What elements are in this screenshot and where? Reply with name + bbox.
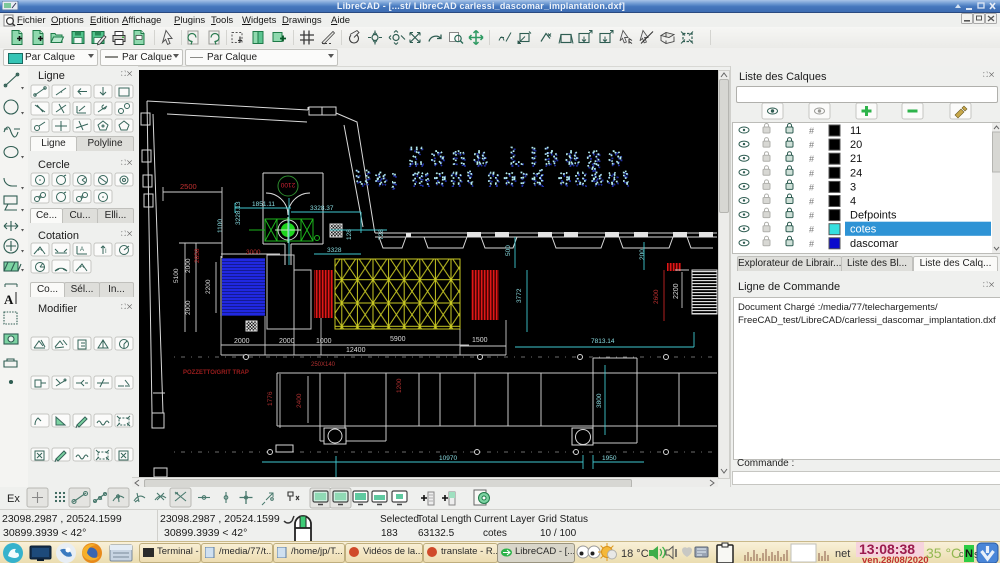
svg-text:dascomar: dascomar bbox=[850, 238, 899, 250]
svg-text:2200: 2200 bbox=[205, 279, 212, 294]
svg-text:3800: 3800 bbox=[596, 393, 603, 408]
svg-text:3772: 3772 bbox=[516, 288, 523, 303]
svg-text:11: 11 bbox=[850, 125, 861, 137]
svg-text:2000: 2000 bbox=[185, 258, 192, 273]
svg-text:2500: 2500 bbox=[180, 182, 197, 191]
svg-text:#: # bbox=[809, 168, 814, 178]
svg-text:Ex: Ex bbox=[7, 493, 20, 505]
svg-text:#: # bbox=[809, 239, 814, 249]
svg-text:10970: 10970 bbox=[439, 455, 457, 462]
svg-text:24: 24 bbox=[850, 167, 862, 179]
svg-text:500: 500 bbox=[505, 245, 512, 256]
svg-text:2400: 2400 bbox=[296, 393, 303, 408]
svg-text:21: 21 bbox=[850, 153, 862, 165]
svg-text:1851.11: 1851.11 bbox=[252, 201, 275, 208]
svg-text:128: 128 bbox=[346, 229, 353, 240]
svg-text:3328: 3328 bbox=[327, 247, 342, 254]
svg-text:#: # bbox=[809, 225, 814, 235]
svg-text:20: 20 bbox=[850, 139, 862, 151]
svg-text:#: # bbox=[809, 126, 814, 136]
svg-text:728: 728 bbox=[378, 229, 385, 240]
svg-text:18 °C: 18 °C bbox=[621, 548, 649, 560]
svg-text:3: 3 bbox=[850, 181, 856, 193]
svg-text:N: N bbox=[965, 548, 973, 560]
svg-text:12400: 12400 bbox=[346, 347, 366, 354]
svg-text:1200: 1200 bbox=[396, 378, 403, 393]
svg-text:c: c bbox=[959, 549, 964, 559]
svg-text:3328.37: 3328.37 bbox=[310, 205, 334, 212]
svg-text:4: 4 bbox=[850, 196, 856, 208]
svg-text:#: # bbox=[809, 211, 814, 221]
svg-text:A: A bbox=[80, 247, 84, 253]
svg-text:200: 200 bbox=[639, 249, 646, 260]
svg-text:7813.14: 7813.14 bbox=[591, 338, 615, 345]
svg-text:3228.13: 3228.13 bbox=[235, 201, 242, 225]
svg-text:2000: 2000 bbox=[234, 338, 250, 345]
svg-text:1950: 1950 bbox=[602, 455, 617, 462]
svg-text:POZZETTO/GRIT TRAP: POZZETTO/GRIT TRAP bbox=[183, 370, 249, 376]
svg-text:1776: 1776 bbox=[267, 391, 274, 406]
svg-text:2100: 2100 bbox=[280, 181, 295, 188]
svg-text:1500: 1500 bbox=[472, 337, 488, 344]
svg-text:cotes: cotes bbox=[850, 224, 877, 236]
svg-text:#: # bbox=[809, 154, 814, 164]
svg-text:3000: 3000 bbox=[246, 249, 261, 256]
svg-text:ven.28/08/2020: ven.28/08/2020 bbox=[862, 555, 929, 563]
svg-text:2200: 2200 bbox=[673, 283, 680, 299]
svg-text:2000: 2000 bbox=[185, 300, 192, 315]
svg-text:A: A bbox=[38, 247, 42, 253]
svg-text:5900: 5900 bbox=[390, 336, 406, 343]
svg-text:#: # bbox=[809, 140, 814, 150]
svg-text:Defpoints: Defpoints bbox=[850, 210, 897, 222]
svg-text:2000: 2000 bbox=[279, 338, 295, 345]
svg-text:1100: 1100 bbox=[217, 219, 224, 233]
svg-text:2858: 2858 bbox=[194, 248, 201, 263]
svg-text:#: # bbox=[809, 197, 814, 207]
svg-text:Ue; mont nord ouest: Ue; mont nord ouest bbox=[355, 166, 633, 189]
svg-text:#: # bbox=[809, 182, 814, 192]
svg-text:5100: 5100 bbox=[173, 268, 180, 283]
svg-text:net: net bbox=[835, 548, 850, 560]
svg-text:A: A bbox=[80, 264, 84, 270]
svg-text:35 °C: 35 °C bbox=[926, 545, 961, 561]
svg-text:1000: 1000 bbox=[316, 338, 332, 345]
svg-text:2600: 2600 bbox=[653, 289, 660, 304]
svg-text:A: A bbox=[4, 292, 14, 307]
svg-text:250X140: 250X140 bbox=[311, 362, 336, 368]
